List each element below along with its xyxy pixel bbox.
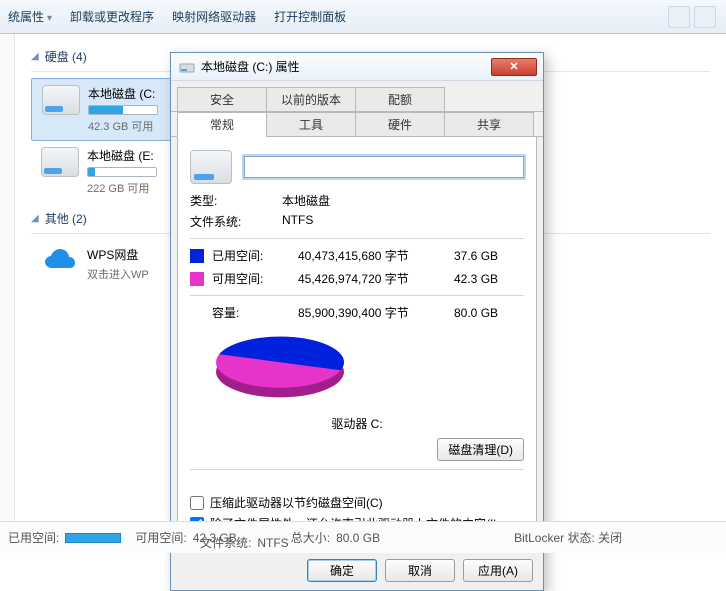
- tab-general-body: 类型: 本地磁盘 文件系统: NTFS 已用空间: 40,473,415,680…: [177, 137, 537, 545]
- drive-subtext: 42.3 GB 可用: [88, 118, 158, 134]
- volume-label-input[interactable]: [244, 156, 524, 178]
- dialog-button-row: 确定 取消 应用(A): [171, 551, 543, 590]
- type-value: 本地磁盘: [282, 192, 524, 209]
- drive-title: WPS网盘: [87, 246, 149, 263]
- usage-grid: 已用空间: 40,473,415,680 字节 37.6 GB 可用空间: 45…: [190, 247, 524, 287]
- compress-checkbox-row[interactable]: 压缩此驱动器以节约磁盘空间(C): [190, 494, 524, 511]
- collapse-triangle-icon: ◢: [31, 51, 39, 62]
- ok-button[interactable]: 确定: [307, 559, 377, 582]
- drive-c[interactable]: 本地磁盘 (C: 42.3 GB 可用: [31, 78, 181, 141]
- used-label: 已用空间:: [212, 247, 292, 264]
- tab-sharing[interactable]: 共享: [444, 112, 534, 137]
- toolbar-item-map-drive[interactable]: 映射网络驱动器: [172, 8, 256, 25]
- status-bitlocker: BitLocker 状态: 关闭: [514, 529, 622, 546]
- close-button[interactable]: ✕: [491, 58, 537, 76]
- toolbar-item-control-panel[interactable]: 打开控制面板: [274, 8, 346, 25]
- capacity-label: 容量:: [212, 304, 292, 321]
- properties-dialog: 本地磁盘 (C:) 属性 ✕ 安全 以前的版本 配额 常规 工具 硬件 共享 类…: [170, 52, 544, 591]
- tab-previous-versions[interactable]: 以前的版本: [266, 87, 356, 112]
- wps-cloud-drive[interactable]: WPS网盘 双击进入WP: [31, 240, 181, 288]
- usage-pie-chart: [190, 327, 370, 407]
- tab-security[interactable]: 安全: [177, 87, 267, 112]
- status-fs-label: 文件系统:: [200, 534, 251, 551]
- filesystem-value: NTFS: [282, 213, 524, 230]
- section-title: 其他 (2): [45, 210, 87, 227]
- drive-subtext: 双击进入WP: [87, 266, 149, 282]
- apply-button[interactable]: 应用(A): [463, 559, 533, 582]
- cancel-button[interactable]: 取消: [385, 559, 455, 582]
- cloud-icon: [41, 246, 79, 276]
- drive-subtext: 222 GB 可用: [87, 180, 157, 196]
- dialog-title: 本地磁盘 (C:) 属性: [201, 58, 491, 75]
- drive-usage-bar: [88, 105, 158, 115]
- hard-disk-icon: [42, 85, 80, 115]
- status-used-bar: [65, 533, 121, 543]
- free-bytes: 45,426,974,720 字节: [298, 270, 448, 287]
- status-fs-value: NTFS: [257, 536, 288, 550]
- section-title: 硬盘 (4): [45, 48, 87, 65]
- disk-icon: [179, 59, 195, 75]
- pie-drive-label: 驱动器 C:: [190, 415, 524, 432]
- drive-e[interactable]: 本地磁盘 (E: 222 GB 可用: [31, 141, 181, 202]
- help-icon[interactable]: [694, 6, 716, 28]
- compress-label: 压缩此驱动器以节约磁盘空间(C): [210, 494, 383, 511]
- drive-usage-bar: [87, 167, 157, 177]
- tab-general[interactable]: 常规: [177, 112, 267, 137]
- chevron-down-icon: ▾: [47, 13, 52, 24]
- capacity-hr: 80.0 GB: [454, 306, 514, 320]
- status-size-label: 总大小:: [291, 529, 330, 546]
- tab-row-1: 安全 以前的版本 配额: [171, 81, 543, 112]
- drive-title: 本地磁盘 (E:: [87, 147, 157, 164]
- tab-row-2: 常规 工具 硬件 共享: [171, 112, 543, 137]
- status-free-label: 可用空间:: [135, 529, 186, 546]
- filesystem-label: 文件系统:: [190, 213, 274, 230]
- disk-icon: [190, 150, 232, 184]
- tab-quota[interactable]: 配额: [355, 87, 445, 112]
- dialog-titlebar[interactable]: 本地磁盘 (C:) 属性 ✕: [171, 53, 543, 81]
- capacity-bytes: 85,900,390,400 字节: [298, 304, 448, 321]
- toolbar-item-uninstall[interactable]: 卸载或更改程序: [70, 8, 154, 25]
- status-used-label: 已用空间:: [8, 529, 59, 546]
- view-icon[interactable]: [668, 6, 690, 28]
- tab-hardware[interactable]: 硬件: [355, 112, 445, 137]
- hard-disk-icon: [41, 147, 79, 177]
- compress-checkbox[interactable]: [190, 496, 204, 510]
- free-hr: 42.3 GB: [454, 272, 514, 286]
- type-label: 类型:: [190, 192, 274, 209]
- explorer-toolbar: 统属性▾ 卸载或更改程序 映射网络驱动器 打开控制面板: [0, 0, 726, 34]
- collapse-triangle-icon: ◢: [31, 213, 39, 224]
- free-label: 可用空间:: [212, 270, 292, 287]
- used-hr: 37.6 GB: [454, 249, 514, 263]
- nav-pane-edge: [0, 34, 15, 524]
- drive-title: 本地磁盘 (C:: [88, 85, 158, 102]
- disk-cleanup-button[interactable]: 磁盘清理(D): [437, 438, 524, 461]
- toolbar-item-properties[interactable]: 统属性▾: [8, 8, 52, 25]
- status-size-value: 80.0 GB: [336, 531, 380, 545]
- free-color-swatch: [190, 272, 204, 286]
- tab-tools[interactable]: 工具: [266, 112, 356, 137]
- used-color-swatch: [190, 249, 204, 263]
- status-bar: 已用空间: 可用空间: 42.3 GB 总大小: 80.0 GB BitLock…: [0, 521, 726, 553]
- used-bytes: 40,473,415,680 字节: [298, 247, 448, 264]
